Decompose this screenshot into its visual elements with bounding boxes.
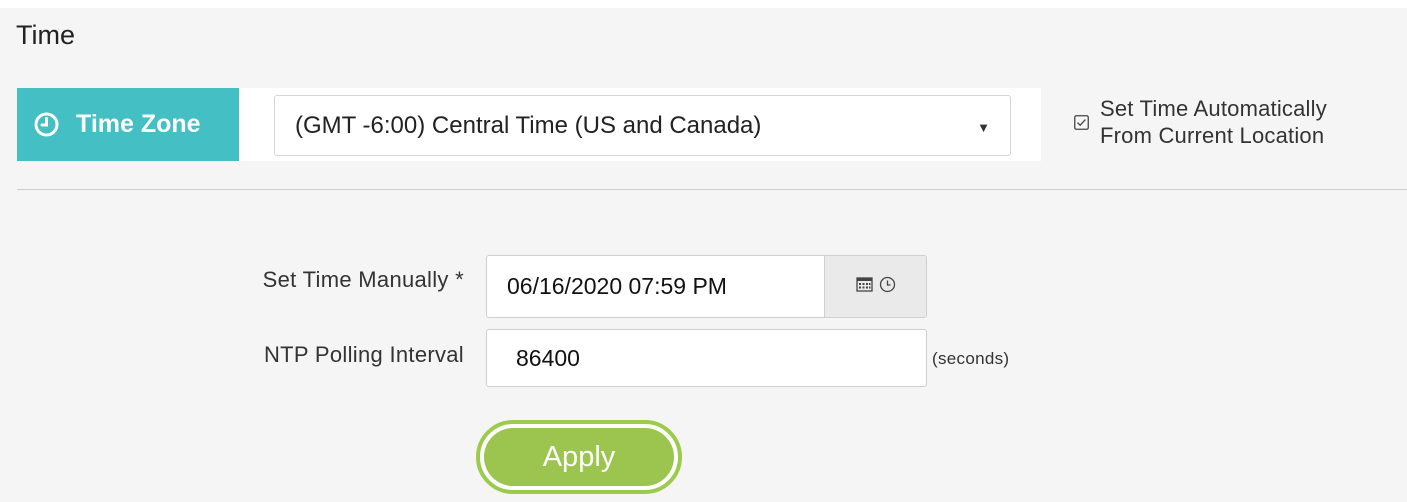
auto-set-time-checkbox[interactable]: Set Time Automatically From Current Loca… [1074,95,1327,149]
datetime-value[interactable]: 06/16/2020 07:59 PM [487,256,824,317]
clock-picker-icon[interactable] [879,276,896,298]
timezone-selected-value: (GMT -6:00) Central Time (US and Canada) [295,111,762,139]
apply-button-label[interactable]: Apply [484,428,674,486]
time-settings-panel: Time Time Zone (GMT -6:00) Central Time … [0,8,1407,502]
ntp-polling-interval-label: NTP Polling Interval [263,342,464,367]
caret-down-icon: ▼ [977,119,990,135]
clock-icon [34,112,59,137]
ntp-unit-label: (seconds) [932,349,1010,368]
timezone-label: Time Zone [17,88,239,161]
timezone-select[interactable]: (GMT -6:00) Central Time (US and Canada)… [274,95,1011,156]
datetime-input[interactable]: 06/16/2020 07:59 PM [486,255,927,318]
timezone-row: Time Zone (GMT -6:00) Central Time (US a… [17,88,1041,161]
set-time-manually-label: Set Time Manually * [262,267,464,292]
apply-button[interactable]: Apply [476,420,682,494]
timezone-select-container: (GMT -6:00) Central Time (US and Canada)… [239,88,1041,161]
auto-set-line1: Set Time Automatically [1100,96,1327,121]
divider [17,189,1407,190]
calendar-icon[interactable] [855,276,873,297]
timezone-label-text: Time Zone [76,110,201,138]
auto-set-line2: From Current Location [1100,123,1325,148]
section-title: Time [16,20,75,50]
datetime-picker-button[interactable] [824,256,926,317]
checkbox-icon[interactable] [1074,114,1089,130]
auto-set-time-label: Set Time Automatically From Current Loca… [1100,95,1327,149]
ntp-polling-interval-input[interactable]: 86400 [486,329,927,387]
